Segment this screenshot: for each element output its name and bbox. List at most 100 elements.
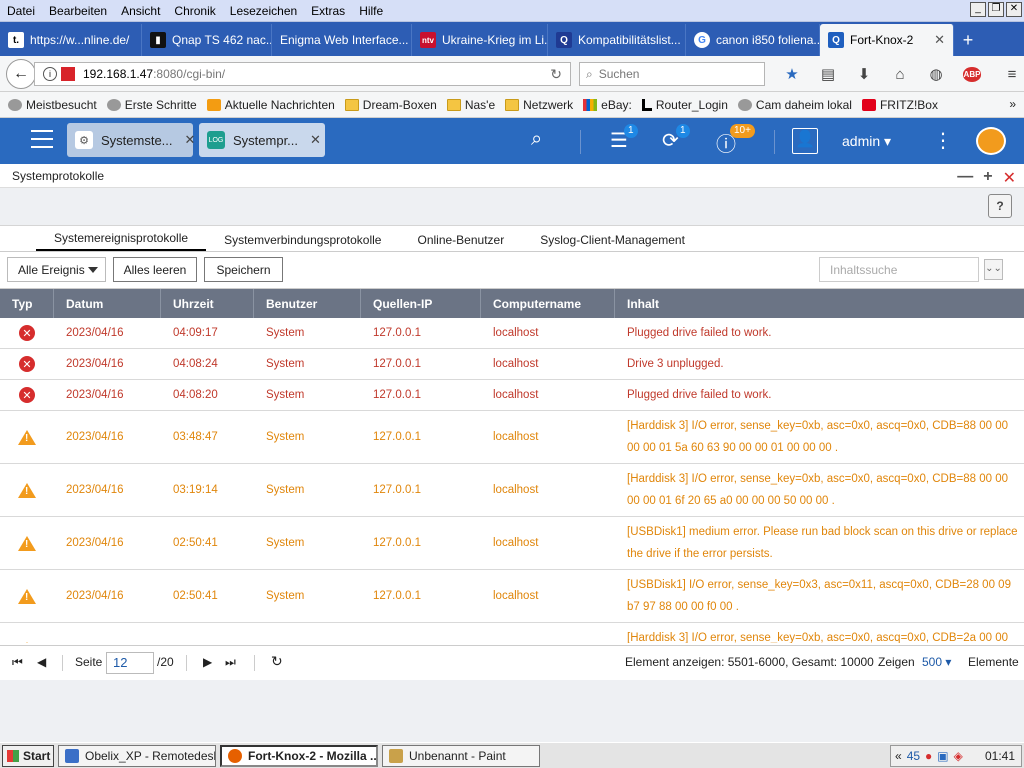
table-row[interactable]: 2023/04/16 03:48:47 System 127.0.0.1 localho…: [0, 411, 1024, 464]
main-menu-icon[interactable]: [31, 130, 53, 148]
taskbar-item-firefox[interactable]: Fort-Knox-2 - Mozilla ...: [220, 744, 378, 767]
adblock-icon[interactable]: ABP: [954, 62, 990, 86]
tab-online-benutzer[interactable]: Online-Benutzer: [399, 233, 522, 251]
reload-icon[interactable]: ↻: [550, 66, 562, 83]
content-search-input[interactable]: Inhaltssuche: [819, 257, 979, 282]
page-size-select[interactable]: 500 ▾: [922, 655, 951, 669]
bookmark-cam[interactable]: Cam daheim lokal: [737, 98, 852, 112]
tasks-icon[interactable]: ☰ 1: [610, 124, 638, 153]
menu-chronik[interactable]: Chronik: [167, 4, 222, 18]
shield-icon[interactable]: ◈: [954, 749, 963, 763]
minimize-icon[interactable]: _: [970, 2, 986, 17]
bookmark-erste-schritte[interactable]: Erste Schritte: [106, 98, 197, 112]
close-tab-icon[interactable]: ✕: [934, 32, 945, 48]
browser-tab-google[interactable]: G canon i850 foliena...: [686, 24, 820, 56]
back-button[interactable]: ←: [6, 59, 36, 89]
table-row[interactable]: ✕ 2023/04/16 04:08:24 System 127.0.0.1 localh…: [0, 349, 1024, 380]
cell-typ: ✕: [0, 318, 54, 348]
bookmarks-overflow-icon[interactable]: »: [1009, 97, 1016, 111]
table-row[interactable]: 2023/04/16 02:50:41 System 127.0.0.1 localho…: [0, 570, 1024, 623]
bookmark-ebay[interactable]: eBay:: [583, 98, 632, 112]
browser-tab-enigma[interactable]: Enigma Web Interface...: [272, 24, 412, 56]
tray-expand-icon[interactable]: «: [895, 749, 902, 763]
maximize-icon[interactable]: ❐: [988, 2, 1004, 17]
user-icon[interactable]: 👤: [792, 128, 818, 154]
bookmark-nase[interactable]: Nas'e: [446, 98, 495, 112]
close-icon[interactable]: ✕: [310, 132, 321, 148]
taskbar-item-paint[interactable]: Unbenannt - Paint: [382, 744, 540, 767]
qts-tab-systemsteuerung[interactable]: ⚙ Systemste... ✕: [67, 123, 196, 157]
network-icon[interactable]: ▣: [937, 749, 948, 763]
bookmark-meistbesucht[interactable]: Meistbesucht: [8, 98, 97, 112]
table-row[interactable]: ✕ 2023/04/16 04:09:17 System 127.0.0.1 localh…: [0, 318, 1024, 349]
hamburger-menu-icon[interactable]: ≡: [994, 62, 1024, 86]
menu-lesezeichen[interactable]: Lesezeichen: [223, 4, 304, 18]
menu-ansicht[interactable]: Ansicht: [114, 4, 167, 18]
next-page-icon[interactable]: ▶: [203, 655, 212, 669]
bookmark-router-login[interactable]: Router_Login: [641, 98, 728, 112]
column-quellen-ip[interactable]: Quellen-IP: [361, 289, 481, 318]
close-icon[interactable]: ✕: [1003, 168, 1016, 188]
bookmark-netzwerk[interactable]: Netzwerk: [505, 98, 573, 112]
addon-icon[interactable]: ◍: [918, 62, 954, 86]
dashboard-gauge-icon[interactable]: [976, 127, 1006, 155]
expand-filter-icon[interactable]: ⌄⌄: [984, 259, 1003, 280]
table-row[interactable]: 2023/04/16 02:50:41 System 127.0.0.1 localho…: [0, 517, 1024, 570]
close-icon[interactable]: ✕: [185, 132, 196, 148]
bookmark-aktuelle-nachrichten[interactable]: Aktuelle Nachrichten: [206, 98, 335, 112]
menu-datei[interactable]: Datei: [0, 4, 42, 18]
bookmark-star-icon[interactable]: ★: [774, 62, 810, 86]
more-vertical-icon[interactable]: ⋮: [933, 128, 953, 153]
table-row[interactable]: 2023/04/16 03:19:14 System 127.0.0.1 localho…: [0, 464, 1024, 517]
event-filter-select[interactable]: Alle Ereignis: [7, 257, 106, 282]
column-typ[interactable]: Typ: [0, 289, 54, 318]
help-button[interactable]: ?: [988, 194, 1012, 218]
maximize-icon[interactable]: +: [983, 168, 992, 188]
menu-bearbeiten[interactable]: Bearbeiten: [42, 4, 114, 18]
browser-tab-qnap[interactable]: ▮ Qnap TS 462 nac...: [142, 24, 272, 56]
info-icon[interactable]: i: [43, 67, 57, 81]
table-row[interactable]: ✕ 2023/04/16 04:08:20 System 127.0.0.1 localh…: [0, 380, 1024, 411]
table-row[interactable]: 2023/04/1602:49:54System127.0.0.1localho…: [0, 623, 1024, 643]
start-button[interactable]: Start: [2, 744, 54, 767]
save-button[interactable]: Speichern: [204, 257, 283, 282]
search-icon[interactable]: ⌕: [531, 128, 542, 151]
tab-systemereignisprotokolle[interactable]: Systemereignisprotokolle: [36, 231, 207, 251]
menu-extras[interactable]: Extras: [304, 4, 352, 18]
backup-icon[interactable]: ⟳ 1: [662, 124, 690, 153]
bookmark-fritzbox[interactable]: FRITZ!Box: [861, 98, 938, 112]
column-inhalt[interactable]: Inhalt: [615, 289, 1024, 318]
user-menu[interactable]: admin ▾: [842, 133, 891, 150]
qts-tab-systemprotokolle[interactable]: LOG Systempr... ✕: [199, 123, 325, 157]
column-benutzer[interactable]: Benutzer: [254, 289, 361, 318]
last-page-icon[interactable]: ⏭: [225, 655, 236, 670]
reading-list-icon[interactable]: ▤: [810, 62, 846, 86]
globe-icon: [106, 98, 121, 111]
browser-search-input[interactable]: ⌕ Suchen: [579, 62, 765, 86]
tab-syslog-client[interactable]: Syslog-Client-Management: [522, 233, 703, 251]
browser-tab-fortknox[interactable]: Q Fort-Knox-2 ✕: [820, 24, 954, 56]
first-page-icon[interactable]: ⏮: [12, 655, 23, 670]
browser-tab-ntv[interactable]: ntv Ukraine-Krieg im Li...: [412, 24, 548, 56]
page-number-input[interactable]: 12: [106, 652, 154, 674]
new-tab-button[interactable]: +: [954, 24, 982, 56]
refresh-icon[interactable]: ↻: [271, 653, 283, 670]
column-uhrzeit[interactable]: Uhrzeit: [161, 289, 254, 318]
close-window-icon[interactable]: ✕: [1006, 2, 1022, 17]
info-icon[interactable]: ⓘ 10+: [716, 124, 755, 157]
prev-page-icon[interactable]: ◀: [37, 655, 46, 669]
security-icon[interactable]: ●: [925, 749, 932, 763]
minimize-icon[interactable]: —: [957, 168, 973, 188]
url-bar[interactable]: i 192.168.1.47:8080/cgi-bin/ ↻: [34, 62, 571, 86]
column-datum[interactable]: Datum: [54, 289, 161, 318]
bookmark-dream-boxen[interactable]: Dream-Boxen: [344, 98, 437, 112]
download-icon[interactable]: ⬇: [846, 62, 882, 86]
home-icon[interactable]: ⌂: [882, 62, 918, 86]
clear-all-button[interactable]: Alles leeren: [113, 257, 197, 282]
column-computername[interactable]: Computername: [481, 289, 615, 318]
tab-systemverbindungsprotokolle[interactable]: Systemverbindungsprotokolle: [206, 233, 399, 251]
menu-hilfe[interactable]: Hilfe: [352, 4, 390, 18]
taskbar-item-remotedesktop[interactable]: Obelix_XP - Remotedesk...: [58, 744, 216, 767]
browser-tab-kompat[interactable]: Q Kompatibilitätslist...: [548, 24, 686, 56]
browser-tab-tonline[interactable]: t. https://w...nline.de/: [0, 24, 142, 56]
